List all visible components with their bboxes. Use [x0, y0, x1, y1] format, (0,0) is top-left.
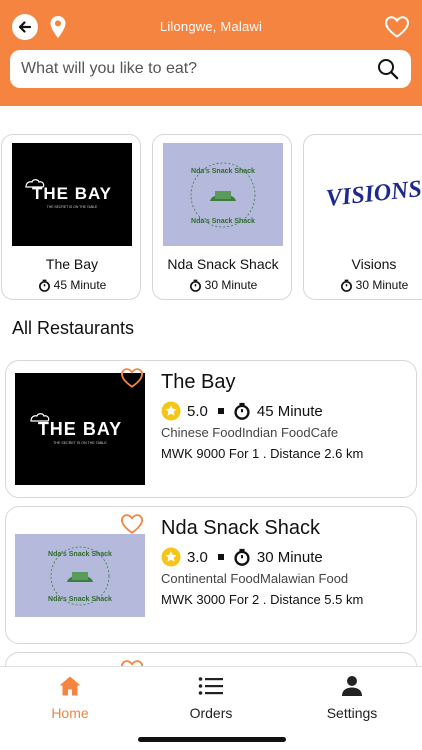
- the-bay-logo-text: THE BAY: [38, 419, 122, 439]
- nav-settings-label: Settings: [326, 705, 378, 721]
- restaurant-time: 30 Minute: [256, 548, 323, 566]
- star-icon: [161, 401, 181, 421]
- featured-time: 45 Minute: [2, 278, 140, 292]
- featured-time: 30 Minute: [304, 278, 422, 292]
- featured-restaurants-row[interactable]: THE BAY THE SECRET IS ON THE TABLE The B…: [0, 134, 422, 300]
- nav-home-label: Home: [51, 705, 89, 721]
- nav-home[interactable]: Home: [0, 673, 140, 721]
- timer-icon: [340, 279, 352, 292]
- the-bay-logo: THE BAY THE SECRET IS ON THE TABLE: [15, 373, 145, 485]
- the-bay-logo-tagline: THE SECRET IS ON THE TABLE: [53, 441, 107, 445]
- separator-dot: [217, 554, 224, 560]
- home-icon: [59, 676, 81, 696]
- location-label[interactable]: Lilongwe, Malawi: [0, 19, 422, 34]
- nda-snack-shack-logo: Nda's Snack Shack Nda's Snack Shack: [15, 534, 145, 617]
- home-indicator: [138, 737, 286, 742]
- search-bar: [10, 50, 411, 88]
- timer-icon: [234, 548, 250, 566]
- featured-card[interactable]: Nda's Snack Shack Nda's Snack Shack Nda …: [152, 134, 292, 300]
- nav-orders[interactable]: Orders: [141, 673, 281, 721]
- star-icon: [161, 547, 181, 567]
- restaurant-price-distance: MWK 9000 For 1 . Distance 2.6 km: [161, 446, 364, 461]
- featured-name: Nda Snack Shack: [167, 256, 279, 272]
- header-bar: Lilongwe, Malawi: [0, 0, 422, 106]
- search-icon: [378, 59, 399, 80]
- featured-card[interactable]: THE BAY THE SECRET IS ON THE TABLE The B…: [1, 134, 141, 300]
- restaurant-rating: 3.0: [187, 548, 208, 566]
- section-title: All Restaurants: [12, 318, 135, 338]
- separator-dot: [217, 408, 224, 414]
- nda-snack-shack-logo: Nda's Snack Shack Nda's Snack Shack: [163, 143, 283, 246]
- timer-icon: [189, 279, 201, 292]
- timer-icon: [234, 402, 250, 420]
- restaurant-meta: 3.0 30 Minute: [161, 547, 323, 567]
- restaurant-cuisines: Chinese FoodIndian FoodCafe: [161, 425, 339, 440]
- featured-time-text: 30 Minute: [204, 278, 258, 292]
- featured-card[interactable]: VISIONS Visions 30 Minute: [303, 134, 422, 300]
- heart-outline-icon: [384, 16, 410, 38]
- the-bay-logo: THE BAY THE SECRET IS ON THE TABLE: [12, 143, 132, 246]
- person-icon: [342, 676, 362, 696]
- the-bay-logo-text: THE BAY: [32, 184, 112, 203]
- restaurant-card[interactable]: Nda's Snack Shack Nda's Snack Shack Nda …: [5, 506, 417, 644]
- search-button[interactable]: [375, 56, 401, 82]
- svg-text:Nda's Snack Shack: Nda's Snack Shack: [191, 218, 255, 225]
- nda-logo-text: Nda's Snack Shack: [48, 551, 112, 558]
- restaurant-time: 45 Minute: [256, 402, 323, 420]
- restaurant-rating: 5.0: [187, 402, 208, 420]
- svg-text:Nda's Snack Shack: Nda's Snack Shack: [48, 596, 112, 603]
- nav-orders-label: Orders: [189, 705, 233, 721]
- search-input[interactable]: [21, 60, 375, 78]
- list-icon: [198, 677, 223, 695]
- favorites-button[interactable]: [384, 14, 410, 40]
- featured-time: 30 Minute: [153, 278, 291, 292]
- restaurant-price-distance: MWK 3000 For 2 . Distance 5.5 km: [161, 592, 364, 607]
- nav-settings[interactable]: Settings: [282, 673, 422, 721]
- restaurant-meta: 5.0 45 Minute: [161, 401, 323, 421]
- visions-logo: VISIONS: [314, 143, 422, 246]
- restaurant-name: The Bay: [161, 371, 236, 393]
- featured-name: The Bay: [45, 256, 99, 272]
- favorite-heart-icon[interactable]: [120, 367, 144, 389]
- restaurant-name: Nda Snack Shack: [161, 517, 320, 539]
- the-bay-logo-tagline: THE SECRET IS ON THE TABLE: [47, 205, 98, 209]
- featured-time-text: 45 Minute: [53, 278, 107, 292]
- featured-time-text: 30 Minute: [355, 278, 409, 292]
- favorite-heart-icon[interactable]: [120, 513, 144, 535]
- restaurant-cuisines: Continental FoodMalawian Food: [161, 571, 349, 586]
- featured-name: Visions: [351, 256, 397, 272]
- restaurant-card[interactable]: THE BAY THE SECRET IS ON THE TABLE The B…: [5, 360, 417, 498]
- nda-logo-text: Nda's Snack Shack: [191, 168, 255, 175]
- timer-icon: [38, 279, 50, 292]
